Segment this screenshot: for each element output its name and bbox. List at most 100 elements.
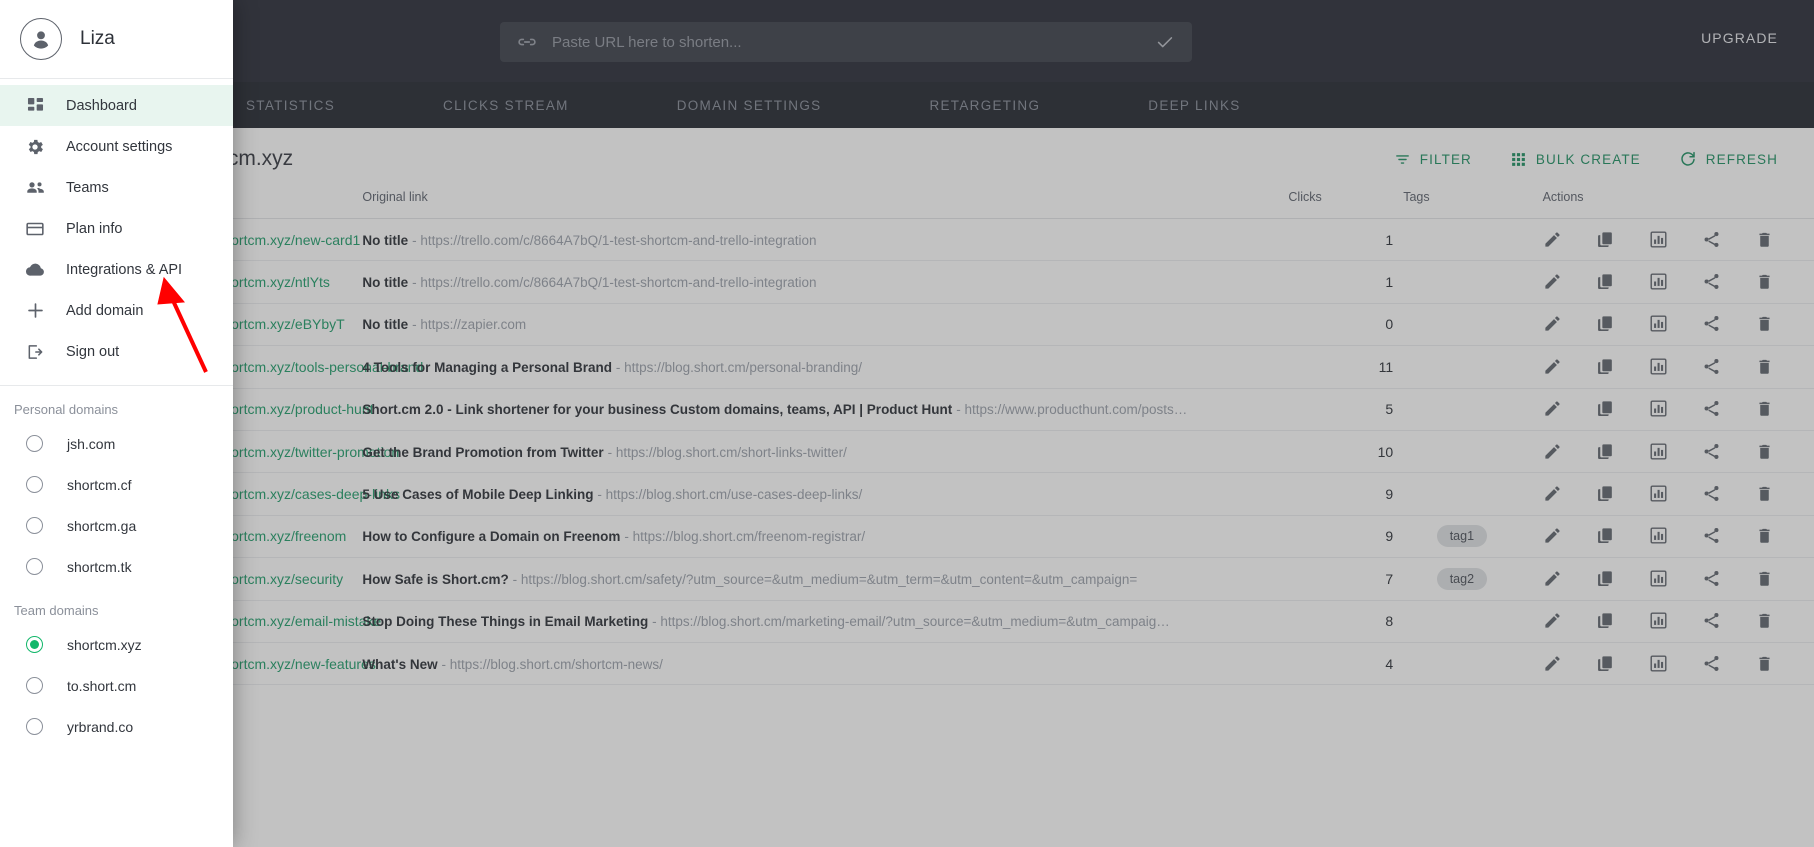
- delete-icon[interactable]: [1755, 357, 1775, 377]
- edit-icon[interactable]: [1543, 526, 1563, 546]
- tab-clicks-stream[interactable]: CLICKS STREAM: [417, 98, 595, 113]
- copy-icon[interactable]: [1596, 357, 1616, 377]
- radio-icon[interactable]: [26, 677, 43, 694]
- sidebar-item-sign-out[interactable]: Sign out: [0, 331, 233, 372]
- radio-icon[interactable]: [26, 435, 43, 452]
- copy-icon[interactable]: [1596, 442, 1616, 462]
- copy-icon[interactable]: [1596, 526, 1616, 546]
- delete-icon[interactable]: [1755, 399, 1775, 419]
- share-icon[interactable]: [1702, 314, 1722, 334]
- radio-icon[interactable]: [26, 517, 43, 534]
- share-icon[interactable]: [1702, 484, 1722, 504]
- delete-icon[interactable]: [1755, 442, 1775, 462]
- personal-domain-item-shortcm-cf[interactable]: shortcm.cf: [0, 464, 233, 505]
- delete-icon[interactable]: [1755, 611, 1775, 631]
- cell-clicks: 5: [1288, 388, 1403, 430]
- sidebar-item-dashboard[interactable]: Dashboard: [0, 85, 233, 126]
- stats-icon[interactable]: [1649, 399, 1669, 419]
- stats-icon[interactable]: [1649, 357, 1669, 377]
- delete-icon[interactable]: [1755, 654, 1775, 674]
- share-icon[interactable]: [1702, 442, 1722, 462]
- cell-original-link: How to Configure a Domain on Freenom - h…: [344, 515, 1288, 557]
- edit-icon[interactable]: [1543, 654, 1563, 674]
- team-domain-item-yrbrand-co[interactable]: yrbrand.co: [0, 706, 233, 747]
- delete-icon[interactable]: [1755, 569, 1775, 589]
- copy-icon[interactable]: [1596, 272, 1616, 292]
- share-icon[interactable]: [1702, 611, 1722, 631]
- personal-domain-item-shortcm-ga[interactable]: shortcm.ga: [0, 505, 233, 546]
- edit-icon[interactable]: [1543, 442, 1563, 462]
- copy-icon[interactable]: [1596, 654, 1616, 674]
- shorten-url-input[interactable]: [538, 34, 1154, 51]
- stats-icon[interactable]: [1649, 484, 1669, 504]
- copy-icon[interactable]: [1596, 569, 1616, 589]
- delete-icon[interactable]: [1755, 272, 1775, 292]
- cell-tags: [1403, 346, 1520, 388]
- upgrade-button[interactable]: UPGRADE: [1701, 30, 1778, 46]
- row-actions: [1543, 611, 1814, 631]
- delete-icon[interactable]: [1755, 526, 1775, 546]
- stats-icon[interactable]: [1649, 230, 1669, 250]
- edit-icon[interactable]: [1543, 272, 1563, 292]
- stats-icon[interactable]: [1649, 611, 1669, 631]
- radio-icon[interactable]: [26, 558, 43, 575]
- edit-icon[interactable]: [1543, 230, 1563, 250]
- refresh-button[interactable]: REFRESH: [1679, 150, 1778, 168]
- delete-icon[interactable]: [1755, 484, 1775, 504]
- stats-icon[interactable]: [1649, 314, 1669, 334]
- tab-statistics[interactable]: STATISTICS: [220, 98, 361, 113]
- stats-icon[interactable]: [1649, 654, 1669, 674]
- original-url: - https://blog.short.cm/freenom-registra…: [624, 529, 865, 544]
- sidebar-item-integrations-api[interactable]: Integrations & API: [0, 249, 233, 290]
- personal-domain-item-jsh-com[interactable]: jsh.com: [0, 423, 233, 464]
- tab-retargeting[interactable]: RETARGETING: [903, 98, 1066, 113]
- copy-icon[interactable]: [1596, 314, 1616, 334]
- cell-original-link: Get the Brand Promotion from Twitter - h…: [344, 430, 1288, 472]
- delete-icon[interactable]: [1755, 230, 1775, 250]
- share-icon[interactable]: [1702, 399, 1722, 419]
- sidebar-item-teams[interactable]: Teams: [0, 167, 233, 208]
- share-icon[interactable]: [1702, 230, 1722, 250]
- sidebar-drawer: Liza Dashboard: [0, 0, 233, 847]
- stats-icon[interactable]: [1649, 442, 1669, 462]
- tag-chip[interactable]: tag2: [1437, 568, 1487, 590]
- share-icon[interactable]: [1702, 569, 1722, 589]
- tab-domain-settings[interactable]: DOMAIN SETTINGS: [651, 98, 848, 113]
- personal-domain-item-shortcm-tk[interactable]: shortcm.tk: [0, 546, 233, 587]
- edit-icon[interactable]: [1543, 399, 1563, 419]
- share-icon[interactable]: [1702, 654, 1722, 674]
- edit-icon[interactable]: [1543, 314, 1563, 334]
- copy-icon[interactable]: [1596, 611, 1616, 631]
- sidebar-item-add-domain[interactable]: Add domain: [0, 290, 233, 331]
- cell-actions: [1521, 261, 1814, 303]
- sidebar-item-plan-info[interactable]: Plan info: [0, 208, 233, 249]
- team-domain-item-shortcm-xyz[interactable]: shortcm.xyz: [0, 624, 233, 665]
- check-icon[interactable]: [1154, 31, 1176, 53]
- edit-icon[interactable]: [1543, 611, 1563, 631]
- radio-icon[interactable]: [26, 476, 43, 493]
- bulk-create-button[interactable]: BULK CREATE: [1510, 151, 1641, 168]
- edit-icon[interactable]: [1543, 357, 1563, 377]
- filter-button[interactable]: FILTER: [1394, 151, 1472, 168]
- stats-icon[interactable]: [1649, 526, 1669, 546]
- radio-icon[interactable]: [26, 718, 43, 735]
- share-icon[interactable]: [1702, 272, 1722, 292]
- share-icon[interactable]: [1702, 357, 1722, 377]
- team-domain-item-to-short-cm[interactable]: to.short.cm: [0, 665, 233, 706]
- shorten-url-field[interactable]: [500, 22, 1192, 62]
- stats-icon[interactable]: [1649, 569, 1669, 589]
- sidebar-item-account-settings[interactable]: Account settings: [0, 126, 233, 167]
- radio-icon[interactable]: [26, 636, 43, 653]
- copy-icon[interactable]: [1596, 484, 1616, 504]
- stats-icon[interactable]: [1649, 272, 1669, 292]
- tag-chip[interactable]: tag1: [1437, 525, 1487, 547]
- share-icon[interactable]: [1702, 526, 1722, 546]
- copy-icon[interactable]: [1596, 399, 1616, 419]
- edit-icon[interactable]: [1543, 569, 1563, 589]
- delete-icon[interactable]: [1755, 314, 1775, 334]
- tab-deep-links[interactable]: DEEP LINKS: [1122, 98, 1266, 113]
- edit-icon[interactable]: [1543, 484, 1563, 504]
- team-domains-title: Team domains: [0, 587, 233, 624]
- profile-header[interactable]: Liza: [0, 0, 233, 79]
- copy-icon[interactable]: [1596, 230, 1616, 250]
